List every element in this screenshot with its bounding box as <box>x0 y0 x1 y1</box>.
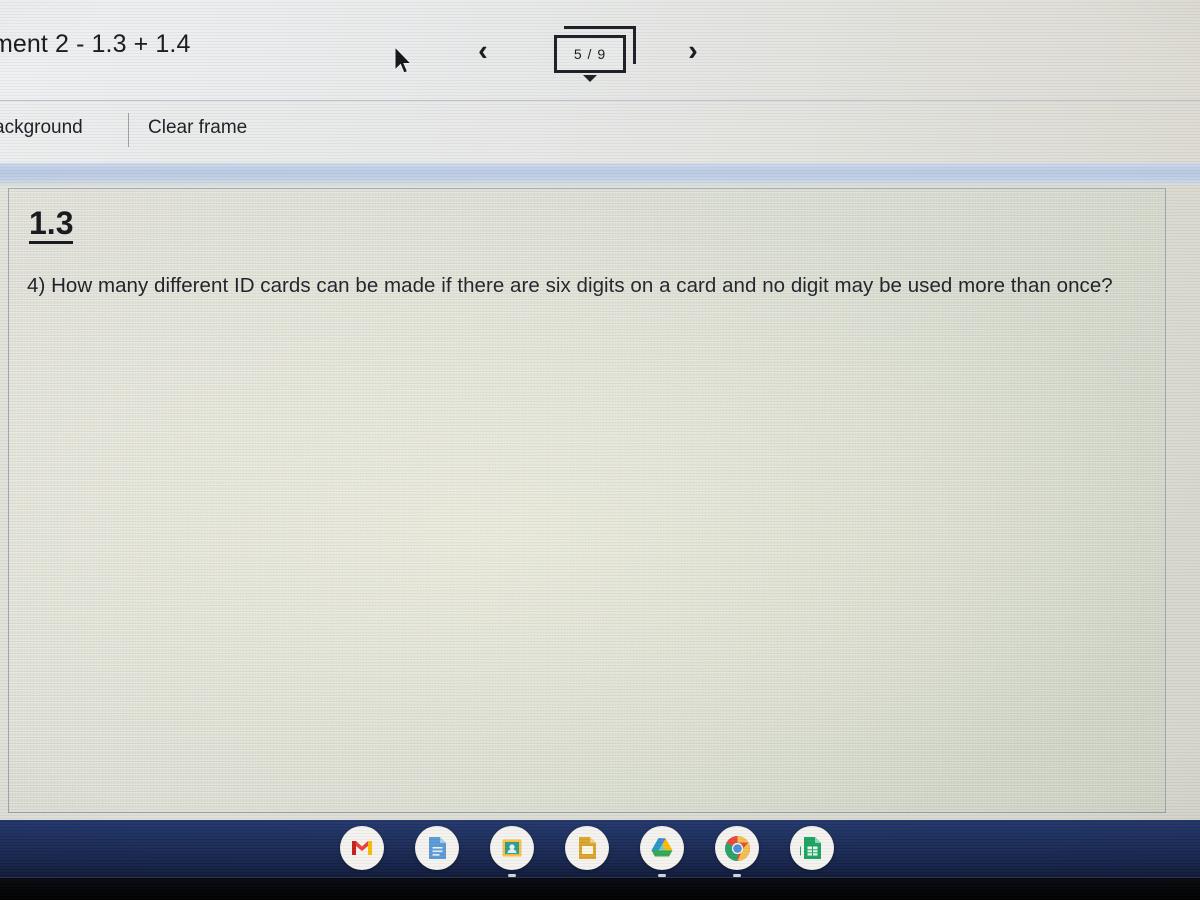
background-button[interactable]: ackground <box>0 117 83 139</box>
chromeos-shelf <box>0 820 1200 878</box>
next-slide-button[interactable]: › <box>680 36 706 66</box>
caret-down-icon[interactable] <box>583 75 597 82</box>
slide-counter-label: 5 / 9 <box>573 46 607 62</box>
chrome-icon[interactable] <box>715 826 759 870</box>
slide-counter-box[interactable]: 5 / 9 <box>554 35 626 73</box>
gmail-icon[interactable] <box>340 826 384 870</box>
toolbar-divider <box>128 113 129 147</box>
slide-question-text: 4) How many different ID cards can be ma… <box>27 274 1113 297</box>
previous-slide-button[interactable]: ‹ <box>470 36 496 66</box>
google-slides-icon[interactable] <box>565 826 609 870</box>
edit-toolbar: ackground Clear frame <box>0 101 1200 163</box>
google-drive-icon[interactable] <box>640 826 684 870</box>
screen-bezel-bottom <box>0 878 1200 900</box>
clear-frame-button[interactable]: Clear frame <box>148 117 247 139</box>
google-docs-icon[interactable] <box>415 826 459 870</box>
shelf-app-list <box>340 826 834 870</box>
mouse-pointer-icon <box>394 46 413 74</box>
document-title: ment 2 - 1.3 + 1.4 <box>0 30 191 58</box>
slide-counter[interactable]: 5 / 9 <box>550 24 638 82</box>
google-sheets-icon[interactable] <box>790 826 834 870</box>
toolbar-separator-band <box>0 163 1200 185</box>
slide-heading: 1.3 <box>29 207 74 244</box>
chromebook-screen-photo: ment 2 - 1.3 + 1.4 ‹ 5 / 9 › ackground C… <box>0 0 1200 900</box>
slide-canvas[interactable]: 1.3 4) How many different ID cards can b… <box>8 188 1166 813</box>
google-classroom-icon[interactable] <box>490 826 534 870</box>
app-top-bar: ment 2 - 1.3 + 1.4 ‹ 5 / 9 › <box>0 0 1200 101</box>
